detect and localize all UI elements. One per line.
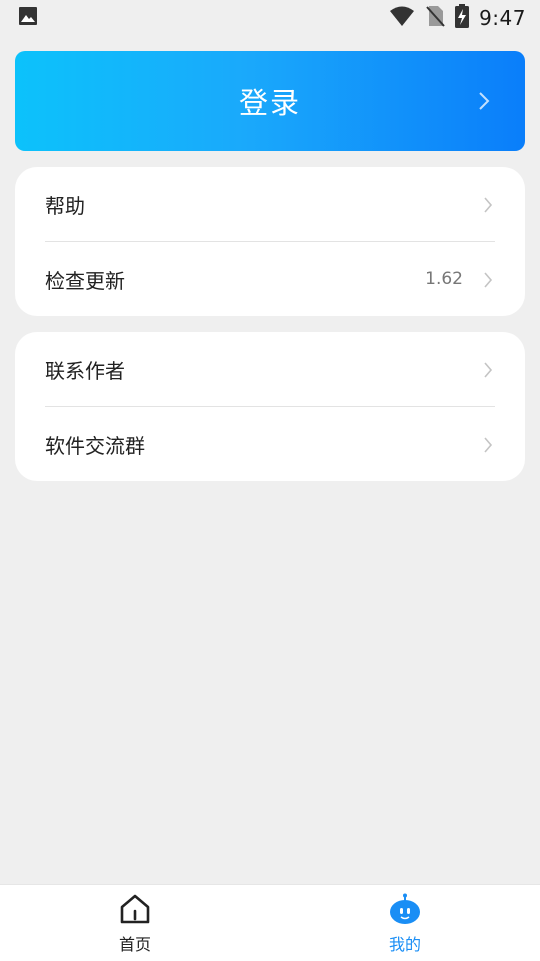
version-value: 1.62 xyxy=(425,269,463,289)
home-icon xyxy=(118,893,152,929)
software-group-row[interactable]: 软件交流群 xyxy=(15,407,525,481)
contact-author-row[interactable]: 联系作者 xyxy=(15,332,525,406)
settings-group-1: 帮助 检查更新 1.62 xyxy=(15,167,525,316)
chevron-right-icon xyxy=(483,361,493,383)
chevron-right-icon xyxy=(483,196,493,218)
status-bar: 9:47 xyxy=(0,0,540,36)
chevron-right-icon xyxy=(483,436,493,458)
status-time: 9:47 xyxy=(479,6,526,30)
login-button[interactable]: 登录 xyxy=(15,51,525,151)
image-icon xyxy=(18,6,38,30)
help-row[interactable]: 帮助 xyxy=(15,167,525,241)
settings-group-2: 联系作者 软件交流群 xyxy=(15,332,525,481)
nav-label-mine: 我的 xyxy=(388,935,421,954)
login-label: 登录 xyxy=(238,86,301,120)
chevron-right-icon xyxy=(477,89,491,117)
contact-author-label: 联系作者 xyxy=(45,358,125,383)
no-sim-icon xyxy=(425,4,445,32)
nav-item-home[interactable]: 首页 xyxy=(0,885,270,961)
wifi-icon xyxy=(389,5,415,31)
chevron-right-icon xyxy=(483,271,493,293)
nav-label-home: 首页 xyxy=(118,935,151,954)
robot-face-icon xyxy=(388,893,422,929)
nav-item-mine[interactable]: 我的 xyxy=(270,885,540,961)
bottom-nav: 首页 我的 xyxy=(0,884,540,961)
check-update-row[interactable]: 检查更新 1.62 xyxy=(15,242,525,316)
battery-charging-icon xyxy=(455,4,470,32)
help-label: 帮助 xyxy=(45,193,85,218)
software-group-label: 软件交流群 xyxy=(45,433,145,458)
check-update-label: 检查更新 xyxy=(45,268,125,293)
